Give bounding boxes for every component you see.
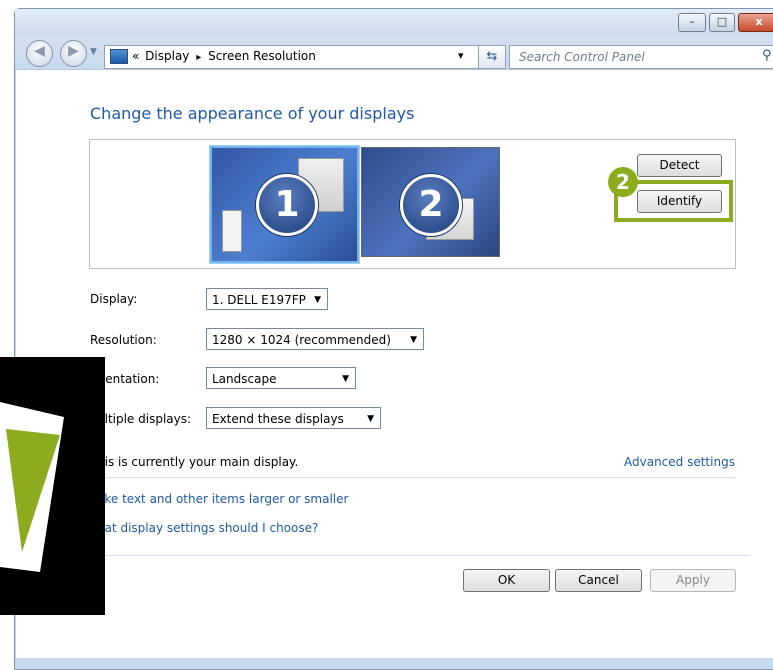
detect-button[interactable]: Detect bbox=[637, 154, 722, 177]
refresh-button[interactable]: ⇆ bbox=[478, 45, 506, 69]
recent-pages-chevron-icon[interactable]: ▼ bbox=[90, 47, 97, 57]
back-arrow-icon: ◀ bbox=[34, 43, 45, 59]
breadcrumb-arrow-icon[interactable]: ▸ bbox=[196, 52, 201, 63]
orientation-value: Landscape bbox=[212, 372, 277, 386]
close-button[interactable]: x bbox=[738, 13, 773, 32]
search-icon[interactable]: ⚲ bbox=[762, 48, 772, 63]
monitor-2-tile[interactable]: 2 bbox=[361, 147, 500, 257]
display-value: 1. DELL E197FP bbox=[212, 293, 306, 307]
minimize-button[interactable]: – bbox=[678, 13, 706, 32]
multiple-displays-select[interactable]: Extend these displays ▼ bbox=[206, 407, 381, 429]
close-icon: x bbox=[755, 15, 763, 28]
orientation-select[interactable]: Landscape ▼ bbox=[206, 367, 356, 389]
breadcrumb-display[interactable]: Display bbox=[145, 49, 189, 63]
identify-button[interactable]: Identify bbox=[637, 190, 722, 213]
monitor-1-tile[interactable]: 1 bbox=[210, 146, 359, 263]
document-thumbnail-icon bbox=[222, 210, 242, 252]
pointer-overlay bbox=[0, 357, 105, 615]
monitor-1-number: 1 bbox=[256, 174, 318, 236]
chevron-down-icon: ▼ bbox=[367, 414, 374, 424]
search-box[interactable]: Search Control Panel ⚲ bbox=[509, 45, 773, 69]
ok-button[interactable]: OK bbox=[463, 569, 550, 592]
orientation-label: rientation: bbox=[97, 372, 160, 386]
resolution-select[interactable]: 1280 × 1024 (recommended) ▼ bbox=[206, 328, 424, 350]
address-dropdown-icon[interactable]: ▾ bbox=[458, 49, 464, 62]
minimize-icon: – bbox=[689, 15, 695, 28]
display-label: Display: bbox=[90, 292, 138, 306]
back-button[interactable]: ◀ bbox=[26, 40, 53, 67]
display-select[interactable]: 1. DELL E197FP ▼ bbox=[206, 288, 328, 310]
maximize-icon: □ bbox=[716, 15, 728, 28]
control-panel-icon bbox=[110, 49, 128, 64]
maximize-button[interactable]: □ bbox=[709, 13, 735, 32]
breadcrumb: « Display ▸ Screen Resolution bbox=[132, 49, 316, 63]
title-bar[interactable] bbox=[15, 9, 773, 37]
monitor-2-number: 2 bbox=[400, 174, 462, 236]
step-badge: 2 bbox=[608, 167, 638, 197]
divider bbox=[90, 477, 735, 478]
cancel-button[interactable]: Cancel bbox=[555, 569, 642, 592]
multiple-displays-label: ultiple displays: bbox=[97, 412, 192, 426]
text-size-link[interactable]: ake text and other items larger or small… bbox=[97, 492, 348, 506]
main-display-note: his is currently your main display. bbox=[97, 455, 299, 469]
resolution-label: Resolution: bbox=[90, 333, 157, 347]
multiple-displays-value: Extend these displays bbox=[212, 412, 344, 426]
forward-arrow-icon: ▶ bbox=[68, 43, 79, 59]
apply-button[interactable]: Apply bbox=[650, 569, 736, 592]
resolution-value: 1280 × 1024 (recommended) bbox=[212, 333, 391, 347]
chevron-down-icon: ▼ bbox=[410, 335, 417, 345]
chevron-down-icon: ▼ bbox=[342, 374, 349, 384]
forward-button[interactable]: ▶ bbox=[60, 40, 87, 67]
display-settings-help-link[interactable]: hat display settings should I choose? bbox=[97, 521, 318, 535]
page-title: Change the appearance of your displays bbox=[90, 104, 415, 123]
search-placeholder[interactable]: Search Control Panel bbox=[519, 50, 645, 64]
breadcrumb-screen-resolution[interactable]: Screen Resolution bbox=[208, 49, 316, 63]
divider bbox=[90, 555, 750, 556]
more-chevron-icon[interactable]: « bbox=[132, 49, 139, 63]
chevron-down-icon: ▼ bbox=[314, 295, 321, 305]
advanced-settings-link[interactable]: Advanced settings bbox=[624, 455, 735, 469]
